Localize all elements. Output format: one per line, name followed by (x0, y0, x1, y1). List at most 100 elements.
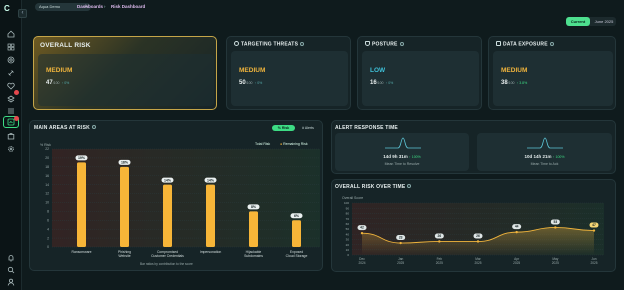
y-tick-label: 6 (47, 218, 49, 222)
data-exposure-card[interactable]: DATA EXPOSURE MEDIUM 38/100 ↑ 3.8% (488, 36, 616, 110)
user-icon[interactable] (7, 278, 15, 286)
score-denominator: /100 (376, 81, 384, 85)
sparkline (385, 137, 421, 149)
data-point (399, 241, 402, 245)
y-tick-label: 18 (45, 165, 49, 169)
breadcrumb-dashboards[interactable]: Dashboards (77, 3, 103, 11)
bar (163, 184, 172, 247)
alert-response-card: ALERT RESPONSE TIME 14d 9h 31m ↑ 100% Me… (331, 120, 616, 174)
x-tick-label: Customer Credentials (151, 254, 184, 258)
period-current-button[interactable]: Current (566, 17, 590, 26)
risk-over-time-card: OVERALL RISK OVER TIME Overall Score 0 10 2… (331, 179, 616, 272)
y-tick-label: 20 (45, 156, 49, 160)
metric-value: 10d 14h 21m (524, 154, 552, 159)
search-icon[interactable] (7, 266, 15, 274)
x-tick-label: 2024 (358, 261, 365, 265)
bell-icon[interactable] (7, 254, 15, 262)
card-title: POSTURE (365, 41, 404, 48)
y-tick-label: 8 (47, 210, 49, 214)
y-tick-label: 90 (346, 206, 350, 210)
data-label: 53 (553, 220, 557, 224)
risk-level: LOW (370, 67, 386, 74)
sidebar: C (0, 0, 22, 290)
card-body: MEDIUM 50/100 ↑ 0% (231, 51, 348, 106)
bar (77, 162, 86, 247)
x-tick-label: Impersonation (200, 250, 222, 254)
main-areas-chart: % Risk 0 2 4 6 8 10 12 14 16 18 20 22 19% Ransomware 18… (30, 121, 324, 272)
layers-icon[interactable] (7, 95, 15, 103)
y-tick-label: 16 (45, 174, 49, 178)
top-bar: Aqua Demo ▾ Dashboards › Risk Dashboard (22, 0, 624, 14)
link-icon[interactable] (7, 69, 15, 77)
card-body: MEDIUM 38/100 ↑ 3.8% (493, 51, 613, 106)
y-tick-label: 10 (45, 201, 49, 205)
score-value: 50 (239, 80, 246, 86)
card-title-text: DATA EXPOSURE (503, 41, 548, 48)
posture-card[interactable]: POSTURE LOW 16/100 ↑ 0% (357, 36, 482, 110)
y-tick-label: 12 (45, 192, 49, 196)
shield-icon (365, 41, 370, 46)
info-icon[interactable] (300, 41, 305, 46)
data-point (438, 240, 441, 243)
info-icon[interactable] (549, 41, 554, 46)
metric-label: Mean Time to Ack (530, 162, 559, 166)
metric-value-row: 10d 14h 21m ↑ 100% (477, 154, 612, 159)
target-icon[interactable] (7, 56, 15, 64)
risk-over-time-chart: Overall Score 0 10 20 30 40 50 60 70 80 90 100 42 Dec… (332, 180, 617, 273)
overall-risk-card[interactable]: OVERALL RISK MEDIUM 47/100 ↑ 0% (33, 36, 217, 110)
y-tick-label: 4 (47, 227, 49, 231)
period-month-button[interactable]: June 2025 (592, 17, 616, 26)
bag-icon[interactable] (7, 132, 15, 140)
x-tick-label: 2025 (590, 261, 597, 265)
y-tick-label: 70 (346, 217, 350, 221)
data-point (515, 230, 518, 234)
info-icon[interactable] (399, 41, 404, 46)
metric-value: 14d 9h 31m (383, 154, 408, 159)
data-label: 42 (360, 226, 364, 230)
y-tick-label: 80 (346, 212, 350, 216)
database-icon (496, 41, 501, 46)
home-icon[interactable] (7, 30, 15, 38)
targeting-threats-card[interactable]: TARGETING THREATS MEDIUM 50/100 ↑ 0% (226, 36, 351, 110)
data-label: 26 (437, 234, 441, 238)
data-label: 6% (294, 214, 300, 218)
data-label: 44 (515, 225, 519, 229)
risk-score: 16/100 ↑ 0% (370, 80, 393, 86)
x-tick-label: Ransomware (72, 250, 92, 254)
plot-area (52, 149, 320, 247)
score-denominator: /100 (507, 81, 515, 85)
risk-score: 38/100 ↑ 3.8% (501, 80, 527, 86)
gear-icon[interactable] (7, 145, 15, 153)
list-icon[interactable] (7, 107, 15, 115)
risk-score: 50/100 ↑ 0% (239, 80, 262, 86)
data-label: 23 (399, 235, 403, 239)
data-label: 47 (592, 223, 596, 227)
sparkline (527, 137, 563, 149)
card-body: MEDIUM 47/100 ↑ 0% (38, 54, 214, 106)
x-tick-label: 2025 (513, 261, 520, 265)
card-body: LOW 16/100 ↑ 0% (362, 51, 479, 106)
grid-icon[interactable] (7, 43, 15, 51)
metric-change: ↑ 100% (552, 155, 565, 159)
y-tick-label: 40 (346, 232, 350, 236)
y-tick-label: 0 (347, 253, 349, 257)
score-value: 38 (501, 80, 508, 86)
data-label: 26 (476, 234, 480, 238)
x-tick-label: 2025 (552, 261, 559, 265)
app-logo: C (4, 4, 10, 13)
metric-value-row: 14d 9h 31m ↑ 100% (335, 154, 469, 159)
chart-footnote: Bar ratios by contribution to the score (140, 262, 193, 266)
heart-icon[interactable] (7, 82, 15, 90)
y-tick-label: 22 (45, 147, 49, 151)
risk-score: 47/100 ↑ 0% (46, 80, 69, 86)
card-title: OVERALL RISK (40, 42, 91, 49)
y-axis-label: Overall Score (342, 196, 363, 200)
bar (249, 211, 258, 247)
main-areas-card: MAIN AREAS AT RISK % Risk # Alerts Total… (29, 120, 323, 271)
risk-dashboard-icon[interactable] (7, 118, 15, 126)
data-label: 14% (207, 178, 215, 182)
data-label: 8% (251, 205, 257, 209)
score-change: ↑ 0% (61, 81, 70, 85)
data-label: 14% (164, 178, 172, 182)
risk-level: MEDIUM (46, 67, 73, 74)
